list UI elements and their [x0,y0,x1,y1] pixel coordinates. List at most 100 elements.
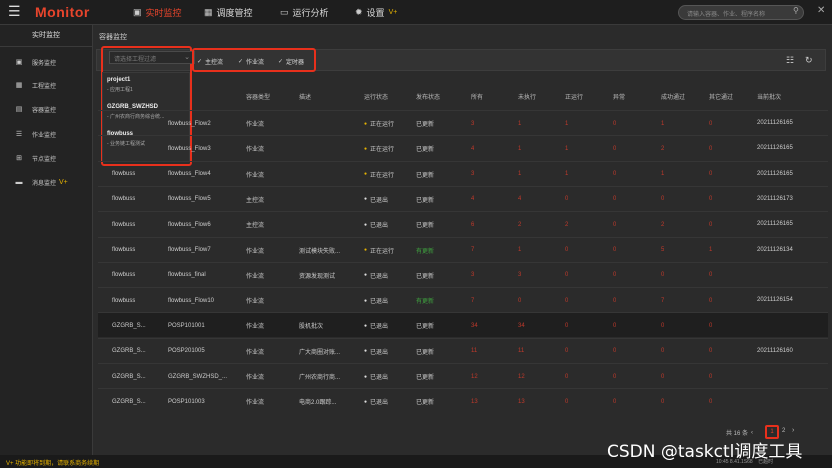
cell-all: 12 [471,373,478,380]
status-dot-icon: ● [364,322,368,329]
table-row[interactable]: flowbuss_Flow3 作业流 ● 正在运行 已更新 4 1 1 0 2 0 20211126… [98,135,828,160]
cell-all: 6 [471,221,475,228]
search-icon[interactable]: ⚲ [793,6,799,15]
cell-error: 0 [613,120,617,127]
table-row[interactable]: flowbuss flowbuss_Flow10 作业流 ● 已退出 有更新 7 0 0 0 7 0… [98,287,828,312]
calendar-icon: ▦ [204,7,213,17]
next-page-icon[interactable]: › [792,427,794,434]
table-row[interactable]: flowbuss flowbuss_Flow7 作业流 测试模块失败... ● 正在运行… [98,236,828,263]
nav-realtime-monitor[interactable]: ▣ 实时监控 [133,6,182,19]
table-row[interactable]: flowbuss flowbuss_Flow5 主控流 ● 已退出 已更新 4 4 0 0 0 0 2… [98,185,828,212]
table-header: 容器类型 描述 运行状态 发布状态 所有 未执行 正运行 异常 成功通过 其它通过 当前批次 [98,82,828,110]
cell-other: 0 [709,120,713,127]
cell-project: GZGRB_S... [112,373,146,380]
column-settings-icon[interactable]: ☷ [786,55,794,66]
cell-running: 0 [565,322,569,329]
cell-all: 3 [471,272,475,279]
nav-settings[interactable]: ✹ 设置 V+ [355,6,397,19]
column-header[interactable]: 其它通过 [709,82,733,110]
status-text: 正在运行 [370,172,395,179]
column-header[interactable]: 成功通过 [661,82,685,110]
sidebar-item-job-monitor[interactable]: ☰ 作业监控 [0,126,93,142]
checkbox-master-flow[interactable]: ✓ 主控流 [197,57,223,66]
cell-batch: 20211126165033 [757,170,793,177]
sidebar-item-container-monitor[interactable]: ▤ 容器监控 [0,101,93,117]
cell-error: 0 [613,247,617,253]
cell-pending: 3 [518,272,522,279]
close-icon[interactable]: ✕ [817,5,825,16]
cell-status: ● 正在运行 [364,238,394,263]
cell-name: POSP201005 [168,348,205,355]
column-header[interactable]: 正运行 [565,82,583,110]
cell-type: 作业流 [246,299,265,306]
checkbox-timer[interactable]: ✓ 定时器 [278,57,304,66]
cell-other: 0 [709,221,713,228]
table-row[interactable]: GZGRB_S... POSP101001 作业流 股机批次 ● 已退出 已更新 34 34 0… [98,312,828,338]
vplus-badge: V+ [59,178,68,186]
cell-name: flowbuss_final [168,272,206,279]
column-header[interactable]: 描述 [299,82,311,110]
status-dot-icon: ● [364,297,368,304]
cell-type: 作业流 [246,324,265,331]
cell-status: ● 正在运行 [364,162,394,187]
column-header[interactable]: 异常 [613,82,625,110]
cell-success: 0 [661,272,665,279]
app-brand: Monitor [35,4,90,20]
cell-name: flowbuss_Flow6 [168,221,211,228]
column-header[interactable]: 运行状态 [364,82,388,110]
cell-running: 0 [565,247,569,253]
cell-other: 0 [709,398,713,405]
status-dot-icon: ● [364,145,368,152]
column-header[interactable]: 所有 [471,82,483,110]
table-row[interactable]: GZGRB_S... GZGRB_SWZHSD_... 作业流 广州农商行商... ● … [98,363,828,388]
table-row[interactable]: flowbuss flowbuss_final 作业流 资源发现测试 ● 已退出 已更新 3… [98,261,828,287]
cell-status: ● 已退出 [364,187,388,212]
cell-all: 13 [471,398,478,405]
cell-running: 0 [565,373,569,380]
column-header[interactable]: 当前批次 [757,82,781,110]
table-row[interactable]: flowbuss flowbuss_Flow4 作业流 ● 正在运行 已更新 3 1 1 0 1 0… [98,160,828,187]
table-row[interactable]: flowbuss_Flow2 作业流 ● 正在运行 已更新 3 1 1 0 1 0 20211126… [98,110,828,135]
cell-other: 0 [709,272,713,279]
cell-all: 34 [471,322,478,329]
sidebar-item-message-monitor[interactable]: ▬ 消息监控 V+ [0,174,93,190]
checkbox-job-flow[interactable]: ✓ 作业流 [238,57,264,66]
sidebar-item-node-monitor[interactable]: ⊞ 节点监控 [0,150,93,166]
cell-running: 0 [565,348,569,355]
cell-name: flowbuss_Flow3 [168,145,211,152]
cell-pending: 2 [518,221,522,228]
nav-run-analysis[interactable]: ▭ 运行分析 [280,6,329,19]
search-input[interactable]: 请输入容器、作业、程序名称 [678,5,804,20]
cell-running: 1 [565,145,569,152]
sidebar-item-service-monitor[interactable]: ▣ 服务监控 [0,54,93,70]
column-header[interactable]: 发布状态 [416,82,440,110]
sidebar-item-project-monitor[interactable]: ▦ 工程监控 [0,77,93,93]
cell-batch: 20211126165033 [757,120,793,126]
status-dot-icon: ● [364,373,368,380]
table-row[interactable]: flowbuss flowbuss_Flow6 主控流 ● 已退出 已更新 6 2 2 0 2 0 2… [98,211,828,236]
cell-status: ● 已退出 [364,313,388,338]
cell-name: flowbuss_Flow4 [168,171,211,178]
table-row[interactable]: GZGRB_S... POSP101003 作业流 电商2.0跟踪... ● 已退出 已更… [98,388,828,413]
cell-project: GZGRB_S... [112,348,146,355]
check-icon: ✓ [197,59,203,65]
menu-icon[interactable]: ☰ [8,4,22,18]
cell-name: flowbuss_Flow2 [168,120,211,127]
column-header[interactable]: 未执行 [518,82,536,110]
page-2-button[interactable]: 2 [782,428,785,434]
cell-type: 主控流 [246,223,265,230]
cell-success: 7 [661,297,665,304]
cell-all: 4 [471,145,475,152]
cell-batch [757,364,793,389]
column-header[interactable]: 容器类型 [246,82,270,110]
cell-status: ● 已退出 [364,364,388,389]
status-dot-icon: ● [364,398,368,405]
project-filter-select[interactable]: 请选择工程过滤 ⌄ [109,51,195,64]
table-row[interactable]: GZGRB_S... POSP201005 作业流 广大商圈对账... ● 已退出 已更新… [98,337,828,363]
cell-other: 0 [709,348,713,355]
cell-publish: 已更新 [416,172,435,179]
cell-error: 0 [613,348,617,355]
prev-page-icon[interactable]: ‹ [751,430,753,436]
nav-schedule-control[interactable]: ▦ 调度管控 [204,6,253,19]
refresh-icon[interactable]: ↻ [805,55,813,66]
